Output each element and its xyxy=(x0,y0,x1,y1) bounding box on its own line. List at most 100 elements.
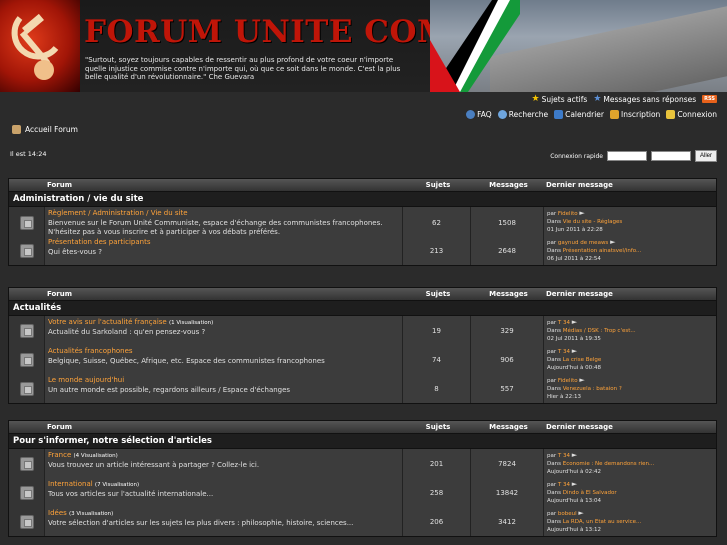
forum-status-cell xyxy=(9,345,45,374)
last-post-author-link[interactable]: Fidelito xyxy=(558,378,578,384)
active-topics-link[interactable]: ★ Sujets actifs xyxy=(531,93,587,104)
forum-row: Règlement / Administration / Vie du site… xyxy=(9,207,716,239)
category-block: Forum Sujets Messages Dernier message Admini… xyxy=(8,178,717,266)
login-link[interactable]: Connexion xyxy=(666,109,717,119)
go-to-post-icon[interactable]: ► xyxy=(572,451,577,459)
topics-count: 8 xyxy=(403,374,471,403)
forum-row: Actualités francophones Belgique, Suisse… xyxy=(9,345,716,374)
hammer-sickle-logo[interactable] xyxy=(0,0,80,92)
register-link[interactable]: Inscription xyxy=(610,109,660,119)
forum-title-link[interactable]: Présentation des participants xyxy=(48,238,150,246)
last-post-author-link[interactable]: T 34 xyxy=(558,482,570,488)
last-post-author-link[interactable]: T 34 xyxy=(558,453,570,459)
forum-folder-icon xyxy=(19,456,34,471)
go-to-post-icon[interactable]: ► xyxy=(610,238,615,246)
last-post-topic-link[interactable]: Vie du site - Réglages xyxy=(563,219,623,225)
last-post-cell: par T 34 ► Dans La crise Belge Aujourd'hui… xyxy=(544,345,716,374)
column-header: Dernier message xyxy=(546,423,613,431)
forum-title-link[interactable]: Idées xyxy=(48,509,67,517)
last-post-author-link[interactable]: Fidelito xyxy=(558,211,578,217)
category-title[interactable]: Administration / vie du site xyxy=(9,191,716,207)
forum-description-cell: Règlement / Administration / Vie du site… xyxy=(45,207,403,239)
messages-count: 13842 xyxy=(471,478,544,507)
header-image xyxy=(430,0,727,92)
go-to-post-icon[interactable]: ► xyxy=(578,509,583,517)
forum-folder-icon xyxy=(19,485,34,500)
forum-title-link[interactable]: France xyxy=(48,451,71,459)
last-post-author-link[interactable]: bobeul xyxy=(558,511,577,517)
go-to-post-icon[interactable]: ► xyxy=(572,318,577,326)
search-icon xyxy=(497,109,507,119)
last-post-cell: par bobeul ► Dans La RDA, un Etat au serv… xyxy=(544,507,716,536)
forum-title-link[interactable]: Le monde aujourd'hui xyxy=(48,376,124,384)
forum-description-cell: International (7 Visualisation) Tous vos … xyxy=(45,478,403,507)
forum-status-cell xyxy=(9,374,45,403)
last-post-author-link[interactable]: gaynud de meaws xyxy=(558,240,608,246)
last-post-topic-link[interactable]: Médias / DSK : Trop c'est... xyxy=(563,328,636,334)
go-to-post-icon[interactable]: ► xyxy=(579,376,584,384)
last-post-author-link[interactable]: T 34 xyxy=(558,320,570,326)
category-block: Forum Sujets Messages Dernier message Actual… xyxy=(8,287,717,404)
last-post-topic-link[interactable]: Présentation ainatsvel/info... xyxy=(563,248,642,254)
forum-description-cell: France (4 Visualisation) Vous trouvez un … xyxy=(45,449,403,478)
forum-row: Présentation des participants Qui êtes-v… xyxy=(9,236,716,265)
column-header: Dernier message xyxy=(546,290,613,298)
username-input[interactable] xyxy=(606,151,647,161)
star-icon: ★ xyxy=(531,93,540,104)
forum-description: Votre sélection d'articles sur les sujet… xyxy=(48,519,354,527)
last-post-topic-link[interactable]: Dindo à El Salvador xyxy=(563,490,617,496)
last-post-topic-link[interactable]: La RDA, un Etat au service... xyxy=(563,519,642,525)
last-post-author-link[interactable]: T 34 xyxy=(558,349,570,355)
column-header: Messages xyxy=(489,423,528,431)
category-title[interactable]: Actualités xyxy=(9,300,716,316)
topics-count: 258 xyxy=(403,478,471,507)
top-links-row-1: ★ Sujets actifs ★ Messages sans réponses… xyxy=(531,93,717,105)
forum-status-cell xyxy=(9,236,45,265)
forum-description: Actualité du Sarkoland : qu'en pensez-vo… xyxy=(48,328,206,336)
forum-folder-icon xyxy=(19,243,34,258)
forum-folder-icon xyxy=(19,514,34,529)
unanswered-link[interactable]: ★ Messages sans réponses xyxy=(593,94,696,104)
login-go-button[interactable]: Aller xyxy=(694,150,717,162)
forum-description-cell: Actualités francophones Belgique, Suisse… xyxy=(45,345,403,374)
go-to-post-icon[interactable]: ► xyxy=(579,209,584,217)
faq-link[interactable]: FAQ xyxy=(466,109,492,119)
category-title[interactable]: Pour s'informer, notre sélection d'artic… xyxy=(9,433,716,449)
column-header: Messages xyxy=(489,181,528,189)
messages-count: 2648 xyxy=(471,236,544,265)
forum-folder-icon xyxy=(19,352,34,367)
password-input[interactable] xyxy=(650,151,691,161)
last-post-topic-link[interactable]: La crise Belge xyxy=(563,357,602,363)
go-to-post-icon[interactable]: ► xyxy=(572,480,577,488)
last-post-cell: par T 34 ► Dans Médias / DSK : Trop c'est… xyxy=(544,316,716,345)
current-time: Il est 14:24 xyxy=(10,150,47,158)
last-post-date: Aujourd'hui à 13:04 xyxy=(547,498,602,504)
quick-login: Connexion rapide Aller xyxy=(550,150,717,162)
category-header: Forum Sujets Messages Dernier message xyxy=(9,421,716,433)
forum-title-link[interactable]: Règlement / Administration / Vie du site xyxy=(48,209,188,217)
column-header: Dernier message xyxy=(546,181,613,189)
go-to-post-icon[interactable]: ► xyxy=(572,347,577,355)
column-header: Forum xyxy=(47,181,73,189)
category-header: Forum Sujets Messages Dernier message xyxy=(9,179,716,191)
forum-visualisation-count: (1 Visualisation) xyxy=(168,320,214,326)
topics-count: 62 xyxy=(403,207,471,239)
forum-description-cell: Présentation des participants Qui êtes-v… xyxy=(45,236,403,265)
rss-icon[interactable]: RSS xyxy=(702,95,717,103)
forum-title-link[interactable]: Actualités francophones xyxy=(48,347,133,355)
category-header: Forum Sujets Messages Dernier message xyxy=(9,288,716,300)
column-header: Sujets xyxy=(425,290,451,298)
forum-title-link[interactable]: Votre avis sur l'actualité française xyxy=(48,318,167,326)
forum-description-cell: Votre avis sur l'actualité française (1 … xyxy=(45,316,403,345)
calendar-link[interactable]: Calendrier xyxy=(554,109,604,119)
forum-description-cell: Le monde aujourd'hui Un autre monde est … xyxy=(45,374,403,403)
forum-status-cell xyxy=(9,449,45,478)
forum-title-link[interactable]: International xyxy=(48,480,93,488)
last-post-topic-link[interactable]: Economie : Ne demandons rien... xyxy=(563,461,655,467)
breadcrumb[interactable]: Accueil Forum xyxy=(12,125,78,134)
palestine-flag-icon xyxy=(430,0,520,92)
search-link[interactable]: Recherche xyxy=(497,109,548,119)
last-post-topic-link[interactable]: Venezuela : bataion ? xyxy=(563,386,622,392)
column-header: Sujets xyxy=(425,423,451,431)
last-post-date: Hier à 22:13 xyxy=(547,394,582,400)
